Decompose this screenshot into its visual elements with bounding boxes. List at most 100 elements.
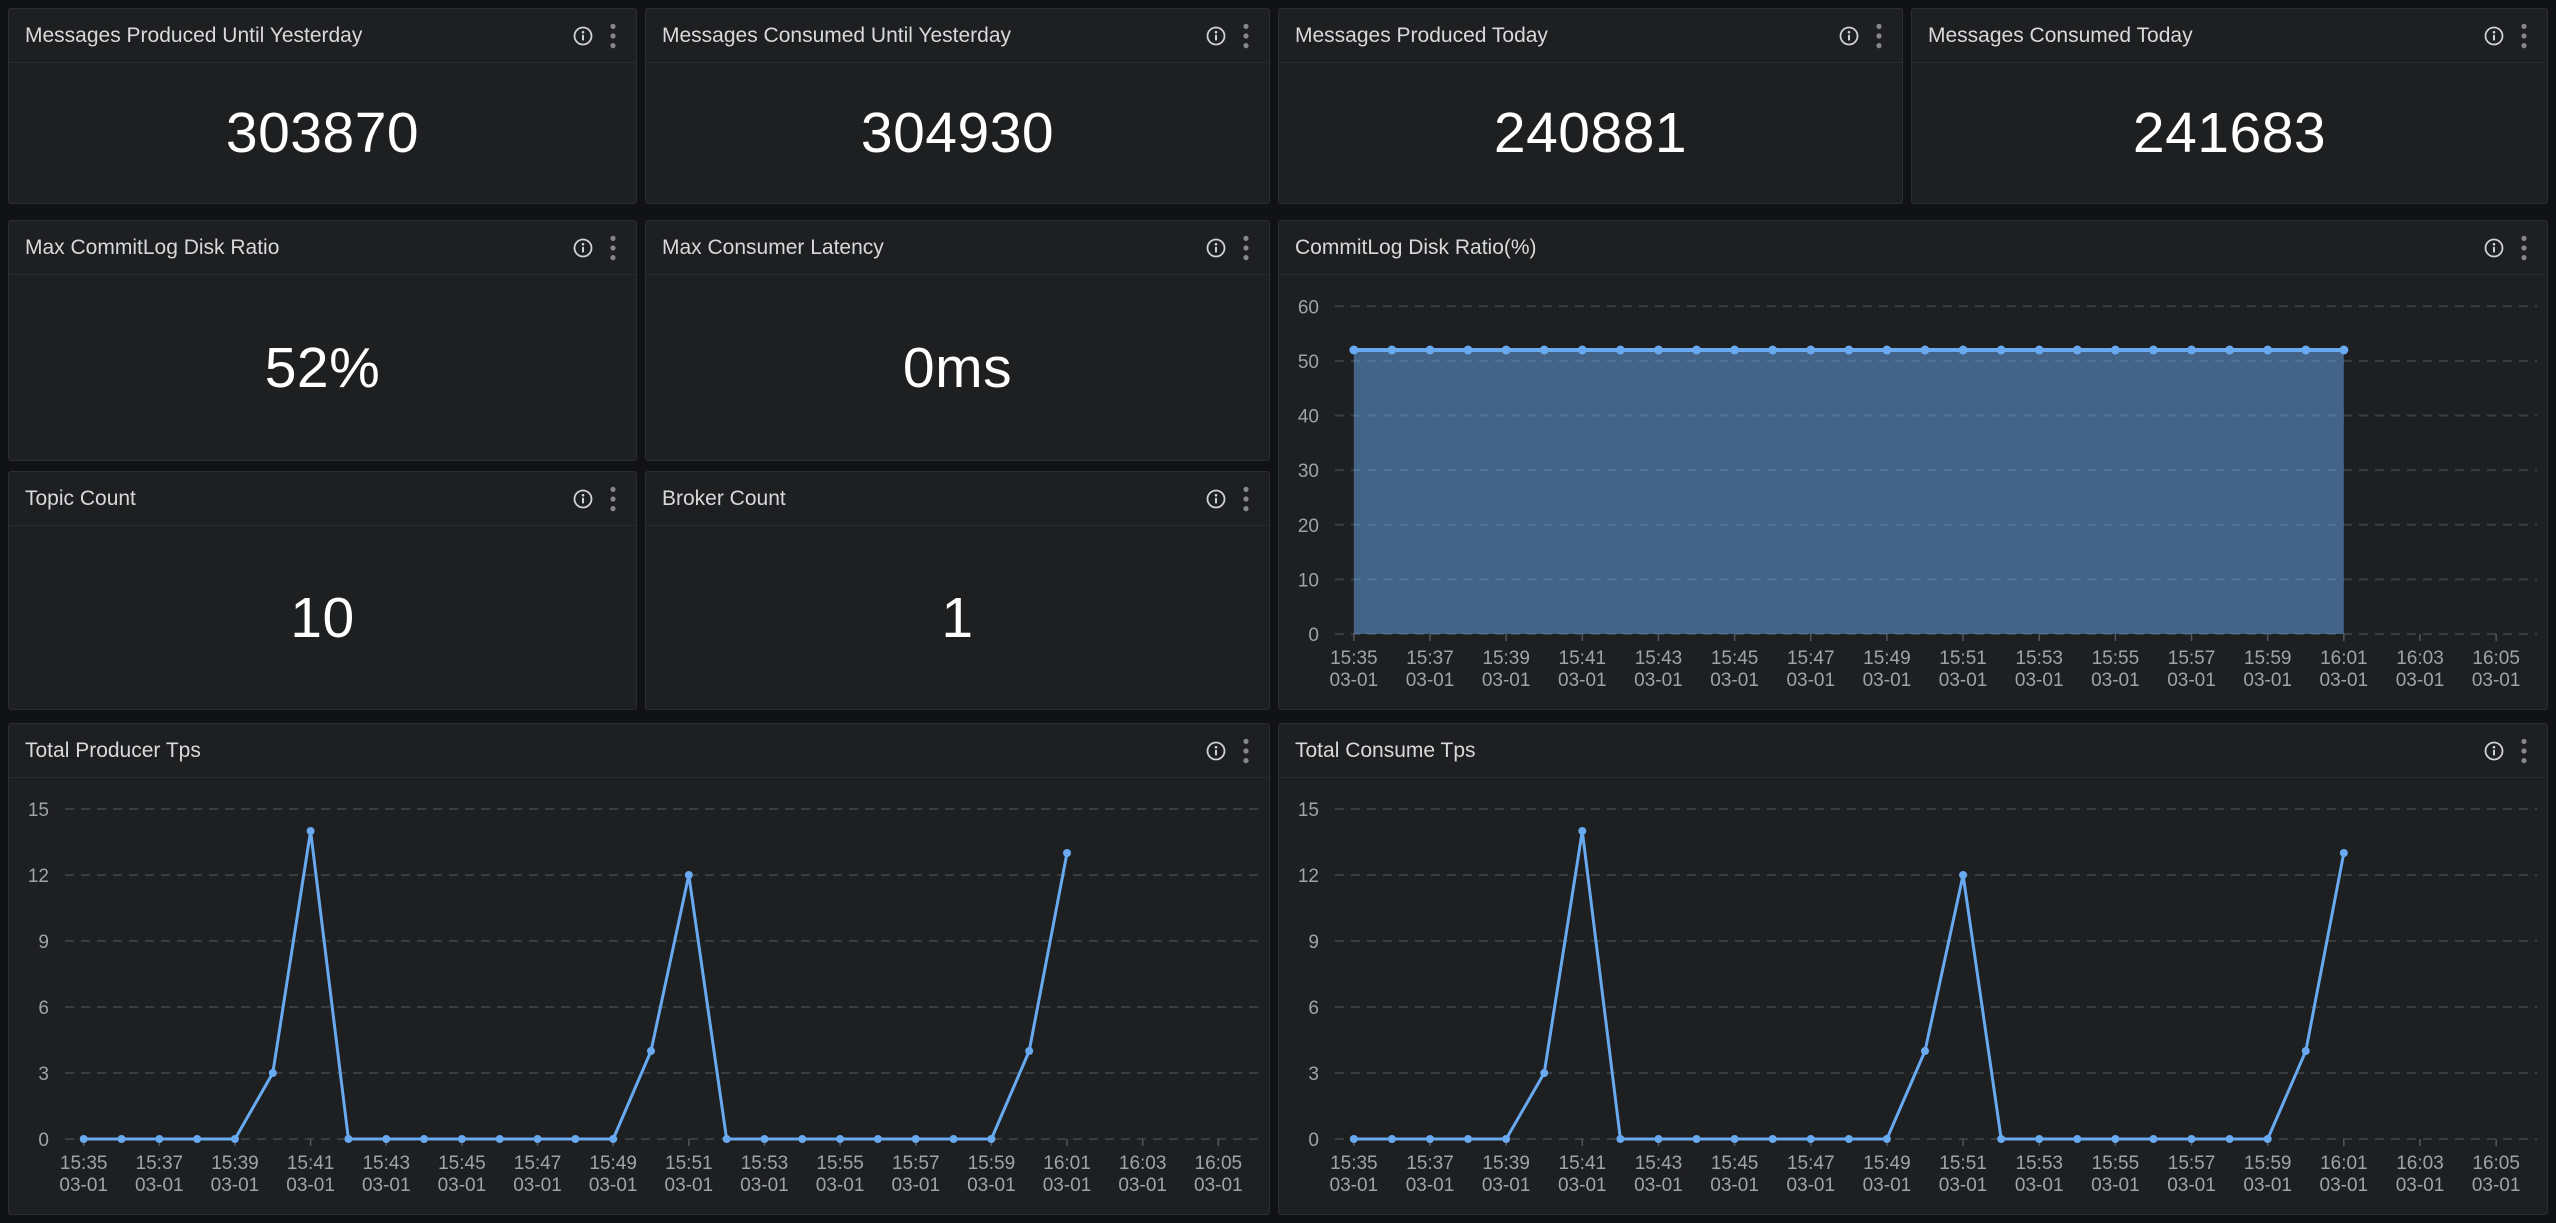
svg-text:03-01: 03-01 <box>2320 1175 2369 1196</box>
panel-broker-count: Broker Count 1 <box>645 471 1270 710</box>
svg-text:03-01: 03-01 <box>1786 670 1835 691</box>
total-producer-tps-chart: 0369121515:3503-0115:3703-0115:3903-0115… <box>9 778 1269 1214</box>
panel-commitlog-disk-ratio-chart: CommitLog Disk Ratio(%) 010203040506015:… <box>1278 220 2548 710</box>
svg-text:15:53: 15:53 <box>741 1153 789 1174</box>
svg-text:15:55: 15:55 <box>2092 1153 2140 1174</box>
svg-text:03-01: 03-01 <box>2472 1175 2521 1196</box>
svg-text:03-01: 03-01 <box>362 1175 411 1196</box>
svg-text:03-01: 03-01 <box>1406 1175 1455 1196</box>
info-icon[interactable] <box>2483 740 2505 762</box>
svg-text:12: 12 <box>28 866 49 887</box>
panel-title: Max CommitLog Disk Ratio <box>25 236 572 260</box>
svg-text:16:01: 16:01 <box>2320 1153 2368 1174</box>
info-icon[interactable] <box>572 237 594 259</box>
svg-text:15:35: 15:35 <box>1330 1153 1378 1174</box>
panel-menu-icon[interactable] <box>2521 738 2527 764</box>
svg-text:60: 60 <box>1298 297 1319 318</box>
panel-menu-icon[interactable] <box>1243 23 1249 49</box>
svg-text:15:53: 15:53 <box>2015 648 2063 669</box>
info-icon[interactable] <box>1205 25 1227 47</box>
svg-text:15:45: 15:45 <box>1711 648 1759 669</box>
svg-text:0: 0 <box>1308 1130 1319 1151</box>
panel-menu-icon[interactable] <box>2521 23 2527 49</box>
svg-text:03-01: 03-01 <box>1118 1175 1167 1196</box>
panel-header: Messages Produced Until Yesterday <box>9 9 636 63</box>
svg-text:03-01: 03-01 <box>1786 1175 1835 1196</box>
svg-text:3: 3 <box>38 1064 49 1085</box>
info-icon[interactable] <box>1205 740 1227 762</box>
panel-header: Messages Produced Today <box>1279 9 1902 63</box>
svg-text:03-01: 03-01 <box>2396 670 2445 691</box>
panel-title: Total Producer Tps <box>25 739 1205 763</box>
svg-text:15:47: 15:47 <box>1787 1153 1835 1174</box>
svg-text:15:39: 15:39 <box>1482 648 1530 669</box>
svg-text:03-01: 03-01 <box>2167 1175 2216 1196</box>
svg-text:15:53: 15:53 <box>2015 1153 2063 1174</box>
panel-menu-icon[interactable] <box>2521 235 2527 261</box>
svg-text:03-01: 03-01 <box>816 1175 865 1196</box>
stat-value: 240881 <box>1494 100 1687 166</box>
svg-text:16:01: 16:01 <box>1043 1153 1091 1174</box>
panel-header: Messages Consumed Today <box>1912 9 2547 63</box>
svg-text:03-01: 03-01 <box>2243 1175 2292 1196</box>
svg-text:03-01: 03-01 <box>2243 670 2292 691</box>
svg-text:15:45: 15:45 <box>1711 1153 1759 1174</box>
panel-topic-count: Topic Count 10 <box>8 471 637 710</box>
svg-text:15:57: 15:57 <box>2168 648 2216 669</box>
svg-text:15:47: 15:47 <box>1787 648 1835 669</box>
panel-header: Topic Count <box>9 472 636 526</box>
svg-text:15:51: 15:51 <box>1939 1153 1987 1174</box>
panel-menu-icon[interactable] <box>610 486 616 512</box>
svg-text:15:35: 15:35 <box>1330 648 1378 669</box>
svg-text:03-01: 03-01 <box>1710 1175 1759 1196</box>
info-icon[interactable] <box>2483 237 2505 259</box>
svg-text:6: 6 <box>1308 998 1319 1019</box>
panel-menu-icon[interactable] <box>1876 23 1882 49</box>
svg-text:10: 10 <box>1298 570 1319 591</box>
svg-text:03-01: 03-01 <box>967 1175 1016 1196</box>
panel-menu-icon[interactable] <box>1243 235 1249 261</box>
total-consume-tps-chart: 0369121515:3503-0115:3703-0115:3903-0115… <box>1279 778 2547 1214</box>
svg-text:15:57: 15:57 <box>892 1153 940 1174</box>
info-icon[interactable] <box>1838 25 1860 47</box>
svg-text:16:03: 16:03 <box>2396 648 2444 669</box>
svg-text:15:57: 15:57 <box>2168 1153 2216 1174</box>
panel-max-consumer-latency: Max Consumer Latency 0ms <box>645 220 1270 461</box>
svg-text:16:01: 16:01 <box>2320 648 2368 669</box>
panel-menu-icon[interactable] <box>1243 486 1249 512</box>
svg-text:20: 20 <box>1298 516 1319 537</box>
svg-text:15:49: 15:49 <box>589 1153 637 1174</box>
svg-text:03-01: 03-01 <box>1634 670 1683 691</box>
svg-text:15: 15 <box>28 800 49 821</box>
svg-text:03-01: 03-01 <box>286 1175 335 1196</box>
panel-menu-icon[interactable] <box>1243 738 1249 764</box>
svg-text:15: 15 <box>1298 800 1319 821</box>
svg-text:03-01: 03-01 <box>1330 670 1379 691</box>
panel-menu-icon[interactable] <box>610 23 616 49</box>
svg-text:15:41: 15:41 <box>287 1153 335 1174</box>
svg-text:03-01: 03-01 <box>2015 670 2064 691</box>
svg-text:15:55: 15:55 <box>2092 648 2140 669</box>
panel-title: Topic Count <box>25 487 572 511</box>
panel-title: Max Consumer Latency <box>662 236 1205 260</box>
svg-text:0: 0 <box>1308 625 1319 646</box>
svg-text:40: 40 <box>1298 407 1319 428</box>
info-icon[interactable] <box>2483 25 2505 47</box>
panel-menu-icon[interactable] <box>610 235 616 261</box>
info-icon[interactable] <box>1205 237 1227 259</box>
svg-text:03-01: 03-01 <box>1863 1175 1912 1196</box>
commitlog-disk-ratio-chart: 010203040506015:3503-0115:3703-0115:3903… <box>1279 275 2547 709</box>
info-icon[interactable] <box>572 488 594 510</box>
svg-text:03-01: 03-01 <box>740 1175 789 1196</box>
panel-messages-consumed-until-yesterday: Messages Consumed Until Yesterday 304930 <box>645 8 1270 204</box>
panel-messages-consumed-today: Messages Consumed Today 241683 <box>1911 8 2548 204</box>
svg-text:15:47: 15:47 <box>514 1153 562 1174</box>
info-icon[interactable] <box>572 25 594 47</box>
info-icon[interactable] <box>1205 488 1227 510</box>
svg-text:03-01: 03-01 <box>2091 670 2140 691</box>
svg-text:30: 30 <box>1298 461 1319 482</box>
svg-text:16:05: 16:05 <box>2472 1153 2520 1174</box>
svg-text:03-01: 03-01 <box>1634 1175 1683 1196</box>
svg-text:9: 9 <box>38 932 49 953</box>
svg-text:03-01: 03-01 <box>1939 670 1988 691</box>
